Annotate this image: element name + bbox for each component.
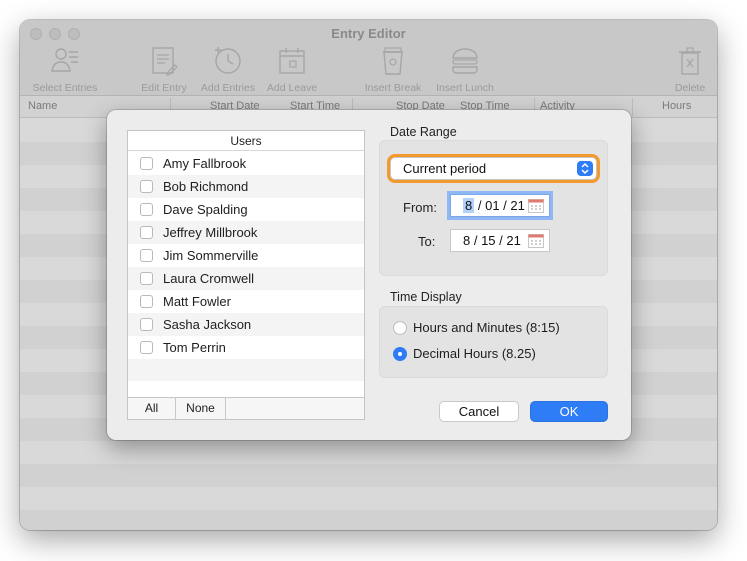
coffee-cup-icon (383, 47, 403, 75)
user-checkbox[interactable] (140, 180, 153, 193)
radio-button-selected[interactable] (393, 347, 407, 361)
table-row[interactable] (20, 441, 717, 464)
add-leave-label: Add Leave (266, 82, 318, 94)
user-name: Sasha Jackson (163, 317, 252, 332)
insert-break-label: Insert Break (364, 82, 422, 94)
select-entries-button[interactable]: Select Entries (26, 46, 104, 94)
edit-entry-button[interactable]: Edit Entry (134, 46, 194, 94)
from-label: From: (403, 200, 437, 215)
to-date-field[interactable]: 8 / 15 / 21 (450, 229, 550, 252)
user-row-bob-richmond[interactable]: Bob Richmond (128, 175, 364, 198)
insert-break-button[interactable]: Insert Break (358, 46, 428, 94)
delete-button[interactable]: Delete (668, 46, 712, 94)
edit-document-icon (152, 47, 178, 76)
add-entries-button[interactable]: Add Entries (196, 46, 260, 94)
title-bar: Entry Editor Select Entries Edit Entry A… (20, 20, 717, 96)
user-checkbox[interactable] (140, 272, 153, 285)
trash-icon (679, 47, 701, 75)
calendar-icon (279, 48, 305, 74)
radio-label: Hours and Minutes (8:15) (413, 320, 560, 335)
time-display-label: Time Display (390, 290, 462, 304)
select-entries-label: Select Entries (32, 82, 98, 94)
radio-label: Decimal Hours (8.25) (413, 346, 536, 361)
user-checkbox[interactable] (140, 341, 153, 354)
select-none-button[interactable]: None (176, 398, 226, 419)
user-name: Bob Richmond (163, 179, 249, 194)
user-row-jim-sommerville[interactable]: Jim Sommerville (128, 244, 364, 267)
user-name: Matt Fowler (163, 294, 231, 309)
calendar-icon[interactable] (528, 234, 544, 248)
users-list-header: Users (128, 131, 364, 151)
user-checkbox[interactable] (140, 157, 153, 170)
burger-icon (452, 48, 478, 74)
users-list: Users Amy Fallbrook Bob Richmond Dave Sp… (127, 130, 365, 420)
user-row-sasha-jackson[interactable]: Sasha Jackson (128, 313, 364, 336)
users-list-footer: All None (128, 397, 364, 419)
user-selection-dialog: Users Amy Fallbrook Bob Richmond Dave Sp… (107, 110, 631, 440)
user-checkbox[interactable] (140, 318, 153, 331)
insert-lunch-button[interactable]: Insert Lunch (430, 46, 500, 94)
table-row[interactable] (20, 464, 717, 487)
from-month-segment[interactable]: 8 (463, 198, 475, 213)
radio-button[interactable] (393, 321, 407, 335)
table-row[interactable] (20, 510, 717, 530)
add-entries-label: Add Entries (200, 82, 256, 94)
period-select-value: Current period (403, 161, 487, 176)
time-display-group (379, 306, 608, 378)
user-row-amy-fallbrook[interactable]: Amy Fallbrook (128, 152, 364, 175)
add-leave-button[interactable]: Add Leave (264, 46, 320, 94)
to-date-value: 8 / 15 / 21 (463, 233, 521, 248)
date-range-label: Date Range (390, 125, 457, 139)
user-name: Laura Cromwell (163, 271, 255, 286)
cancel-button[interactable]: Cancel (439, 401, 519, 422)
user-row-laura-cromwell[interactable]: Laura Cromwell (128, 267, 364, 290)
empty-row (128, 359, 364, 381)
insert-lunch-label: Insert Lunch (436, 82, 494, 94)
user-checkbox[interactable] (140, 226, 153, 239)
period-select[interactable]: Current period (390, 157, 597, 180)
column-header-name[interactable]: Name (28, 100, 57, 112)
user-checkbox[interactable] (140, 295, 153, 308)
user-checkbox[interactable] (140, 249, 153, 262)
window-title: Entry Editor (331, 26, 406, 41)
user-name: Dave Spalding (163, 202, 248, 217)
user-row-tom-perrin[interactable]: Tom Perrin (128, 336, 364, 359)
user-name: Jim Sommerville (163, 248, 259, 263)
to-label: To: (418, 234, 436, 249)
add-clock-icon (215, 47, 241, 74)
column-header-hours[interactable]: Hours (662, 100, 691, 112)
user-row-dave-spalding[interactable]: Dave Spalding (128, 198, 364, 221)
user-name: Tom Perrin (163, 340, 226, 355)
user-checkbox[interactable] (140, 203, 153, 216)
calendar-icon[interactable] (528, 199, 544, 213)
from-date-rest: / 01 / 21 (477, 198, 525, 213)
user-name: Jeffrey Millbrook (163, 225, 258, 240)
from-date-field[interactable]: 8 / 01 / 21 (450, 194, 550, 217)
user-row-jeffrey-millbrook[interactable]: Jeffrey Millbrook (128, 221, 364, 244)
select-all-button[interactable]: All (128, 398, 176, 419)
user-row-matt-fowler[interactable]: Matt Fowler (128, 290, 364, 313)
chevron-up-down-icon (577, 161, 593, 176)
user-name: Amy Fallbrook (163, 156, 247, 171)
delete-label: Delete (674, 82, 706, 94)
table-row[interactable] (20, 487, 717, 510)
select-user-icon (51, 48, 78, 72)
edit-entry-label: Edit Entry (141, 82, 187, 94)
ok-button[interactable]: OK (530, 401, 608, 422)
